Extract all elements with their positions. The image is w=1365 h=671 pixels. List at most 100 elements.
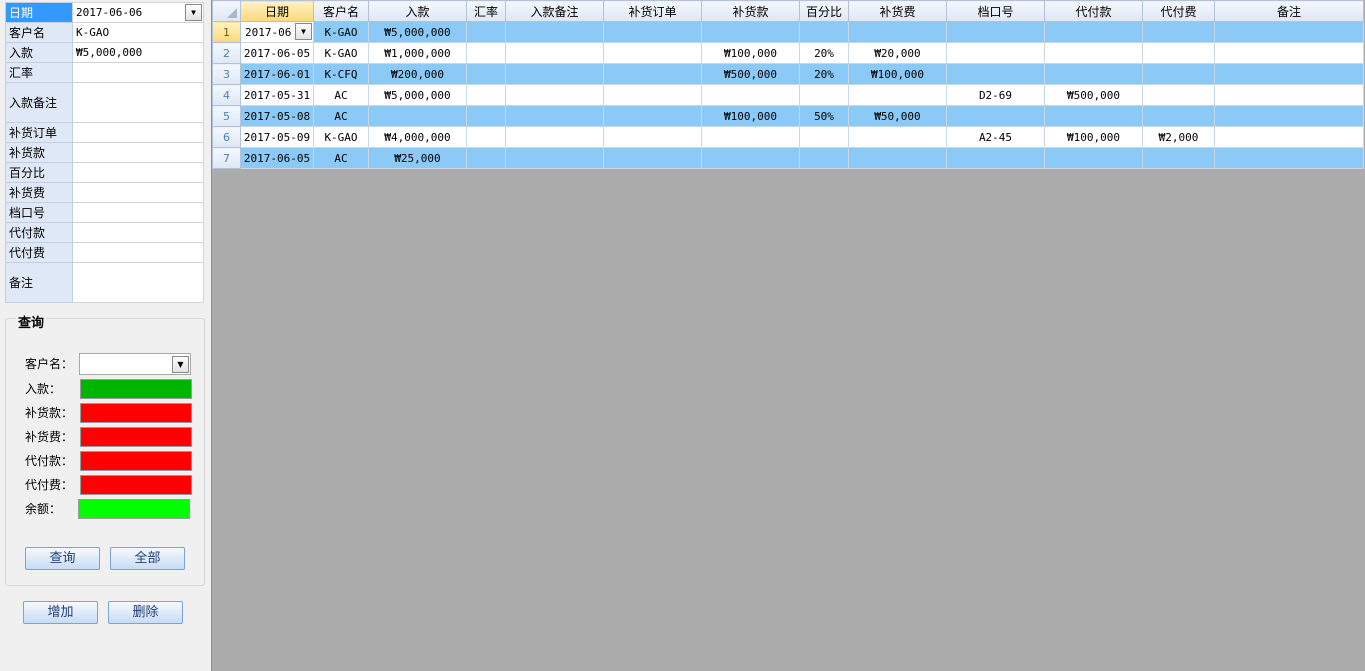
column-header[interactable]: 入款备注 xyxy=(505,0,604,22)
detail-field-value[interactable] xyxy=(72,182,204,203)
table-cell[interactable]: AC xyxy=(313,147,369,169)
column-header[interactable]: 代付款 xyxy=(1044,0,1143,22)
table-cell[interactable]: ₩50,000 xyxy=(848,105,947,127)
table-cell[interactable] xyxy=(1142,84,1215,106)
row-header[interactable]: 2 xyxy=(212,42,241,64)
table-cell[interactable] xyxy=(1214,84,1364,106)
table-cell[interactable]: ₩25,000 xyxy=(368,147,467,169)
table-row[interactable]: 4 2017-05-31 AC ₩5,000,000 D2-69 ₩500,000 xyxy=(212,84,1364,106)
column-header[interactable]: 档口号 xyxy=(946,0,1045,22)
table-cell[interactable] xyxy=(1214,42,1364,64)
table-cell[interactable]: 2017-06-05 xyxy=(240,42,314,64)
detail-field-value[interactable] xyxy=(72,222,204,243)
table-cell[interactable] xyxy=(1044,42,1143,64)
detail-field-value[interactable] xyxy=(72,82,204,123)
table-cell[interactable]: ₩100,000 xyxy=(701,42,800,64)
dropdown-arrow-icon[interactable]: ▼ xyxy=(295,23,312,40)
table-cell[interactable] xyxy=(1044,147,1143,169)
table-cell[interactable] xyxy=(466,147,506,169)
search-button[interactable]: 查询 xyxy=(25,547,100,570)
table-row[interactable]: 3 2017-06-01 K-CFQ ₩200,000 ₩500,000 20% ₩100,… xyxy=(212,63,1364,85)
table-cell[interactable] xyxy=(603,42,702,64)
table-cell[interactable] xyxy=(603,147,702,169)
table-cell[interactable] xyxy=(701,21,800,43)
table-cell[interactable] xyxy=(368,105,467,127)
row-header[interactable]: 3 xyxy=(212,63,241,85)
column-header[interactable]: 备注 xyxy=(1214,0,1364,22)
column-header[interactable]: 代付费 xyxy=(1142,0,1215,22)
column-header[interactable]: 补货费 xyxy=(848,0,947,22)
show-all-button[interactable]: 全部 xyxy=(110,547,185,570)
table-cell[interactable] xyxy=(505,105,604,127)
table-cell[interactable]: ₩200,000 xyxy=(368,63,467,85)
table-row[interactable]: 5 2017-05-08 AC ₩100,000 50% ₩50,000 xyxy=(212,105,1364,127)
table-cell[interactable] xyxy=(466,21,506,43)
table-cell[interactable] xyxy=(946,21,1045,43)
table-cell[interactable] xyxy=(505,84,604,106)
table-cell[interactable]: 2017-06-01 xyxy=(240,63,314,85)
detail-field-value[interactable] xyxy=(72,162,204,183)
select-all-corner[interactable] xyxy=(212,0,241,22)
table-cell[interactable] xyxy=(505,147,604,169)
table-cell[interactable]: ₩500,000 xyxy=(1044,84,1143,106)
table-cell[interactable] xyxy=(946,42,1045,64)
add-button[interactable]: 增加 xyxy=(23,601,98,624)
row-header[interactable]: 5 xyxy=(212,105,241,127)
table-cell[interactable] xyxy=(505,126,604,148)
table-cell[interactable] xyxy=(466,126,506,148)
row-header[interactable]: 7 xyxy=(212,147,241,169)
table-cell[interactable] xyxy=(701,126,800,148)
table-cell[interactable] xyxy=(799,147,849,169)
table-row[interactable]: 1 2017-06 ▼ K-GAO ₩5,000,000 xyxy=(212,21,1364,43)
table-cell[interactable]: ₩500,000 xyxy=(701,63,800,85)
table-cell[interactable]: 2017-06 ▼ xyxy=(240,21,314,43)
table-cell[interactable]: ₩100,000 xyxy=(848,63,947,85)
table-cell[interactable]: 20% xyxy=(799,63,849,85)
detail-field-value[interactable]: 2017-06-06 ▼ xyxy=(72,2,204,23)
table-cell[interactable] xyxy=(1142,42,1215,64)
table-cell[interactable] xyxy=(799,84,849,106)
table-cell[interactable] xyxy=(603,63,702,85)
table-cell[interactable] xyxy=(946,105,1045,127)
table-row[interactable]: 2 2017-06-05 K-GAO ₩1,000,000 ₩100,000 20% ₩20… xyxy=(212,42,1364,64)
table-cell[interactable]: ₩100,000 xyxy=(1044,126,1143,148)
table-cell[interactable]: 20% xyxy=(799,42,849,64)
delete-button[interactable]: 删除 xyxy=(108,601,183,624)
table-cell[interactable] xyxy=(1214,63,1364,85)
table-row[interactable]: 7 2017-06-05 AC ₩25,000 xyxy=(212,147,1364,169)
detail-field-value[interactable] xyxy=(72,242,204,263)
table-cell[interactable]: ₩2,000 xyxy=(1142,126,1215,148)
table-cell[interactable] xyxy=(1044,105,1143,127)
table-cell[interactable] xyxy=(1142,21,1215,43)
table-cell[interactable] xyxy=(603,84,702,106)
table-cell[interactable]: K-GAO xyxy=(313,21,369,43)
row-header[interactable]: 6 xyxy=(212,126,241,148)
table-cell[interactable] xyxy=(848,21,947,43)
table-cell[interactable] xyxy=(603,105,702,127)
table-cell[interactable] xyxy=(848,84,947,106)
detail-field-value[interactable] xyxy=(72,262,204,303)
table-cell[interactable]: 2017-05-08 xyxy=(240,105,314,127)
table-cell[interactable]: ₩1,000,000 xyxy=(368,42,467,64)
table-cell[interactable] xyxy=(1214,21,1364,43)
column-header[interactable]: 客户名 xyxy=(313,0,369,22)
table-cell[interactable] xyxy=(946,63,1045,85)
customer-filter-combo[interactable]: ▼ xyxy=(79,353,191,375)
table-cell[interactable] xyxy=(946,147,1045,169)
column-header[interactable]: 日期 xyxy=(240,0,314,22)
table-cell[interactable]: 2017-05-09 xyxy=(240,126,314,148)
table-cell[interactable]: ₩5,000,000 xyxy=(368,84,467,106)
table-cell[interactable] xyxy=(1214,105,1364,127)
table-cell[interactable] xyxy=(1142,63,1215,85)
table-cell[interactable]: ₩4,000,000 xyxy=(368,126,467,148)
row-header[interactable]: 4 xyxy=(212,84,241,106)
table-cell[interactable] xyxy=(466,84,506,106)
table-cell[interactable]: ₩100,000 xyxy=(701,105,800,127)
table-cell[interactable]: 2017-06-05 xyxy=(240,147,314,169)
dropdown-arrow-icon[interactable]: ▼ xyxy=(185,4,202,21)
detail-field-value[interactable] xyxy=(72,62,204,83)
dropdown-arrow-icon[interactable]: ▼ xyxy=(172,356,189,373)
table-cell[interactable]: 2017-05-31 xyxy=(240,84,314,106)
table-cell[interactable]: K-GAO xyxy=(313,126,369,148)
detail-field-value[interactable]: K-GAO xyxy=(72,22,204,43)
